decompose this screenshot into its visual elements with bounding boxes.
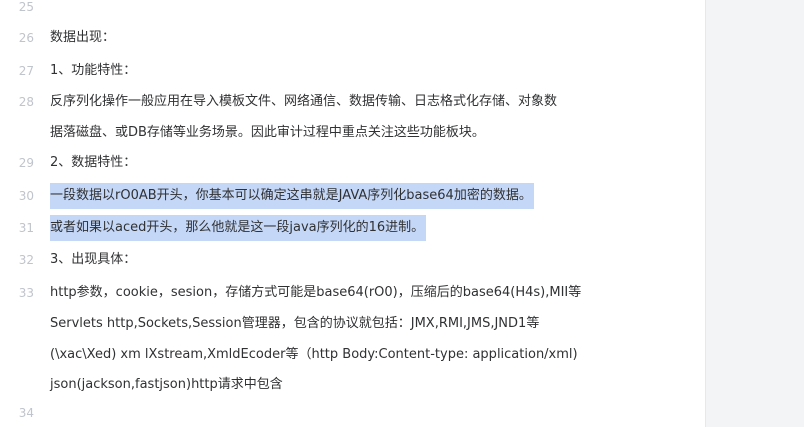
line-number: 27 — [18, 64, 34, 78]
line-text[interactable]: 2、数据特性： — [50, 149, 136, 177]
line-text[interactable]: 据落磁盘、或DB存储等业务场景。因此审计过程中重点关注这些功能板块。 — [50, 119, 485, 147]
line-text[interactable]: 3、出现具体： — [50, 246, 136, 274]
markdown-editor[interactable]: 25 26 数据出现： 27 1、功能特性： 28 反序列化操作一般应用在导入模… — [0, 0, 706, 427]
line-text[interactable]: 数据出现： — [50, 24, 115, 52]
editor-line: 33 http参数，cookie，sesion，存储方式可能是base64(rO… — [0, 279, 705, 307]
editor-line: 26 数据出现： — [0, 24, 705, 52]
line-text[interactable]: (\xac\Xed) xm lXstream,XmldEcoder等（http … — [50, 341, 578, 369]
line-text[interactable]: 或者如果以aced开头，那么他就是这一段java序列化的16进制。 — [50, 214, 427, 242]
line-text[interactable]: Servlets http,Sockets,Session管理器，包含的协议就包… — [50, 310, 539, 338]
line-number: 34 — [18, 406, 34, 420]
editor-line: 30 一段数据以rO0AB开头，你基本可以确定这串就是JAVA序列化base64… — [0, 182, 705, 210]
line-number: 29 — [18, 156, 34, 170]
editor-line: json(jackson,fastjson)http请求中包含 — [0, 371, 705, 399]
line-text[interactable]: 反序列化操作一般应用在导入模板文件、网络通信、数据传输、日志格式化存储、对象数 — [50, 88, 557, 116]
editor-line: 据落磁盘、或DB存储等业务场景。因此审计过程中重点关注这些功能板块。 — [0, 119, 705, 147]
selection-highlight[interactable]: 或者如果以aced开头，那么他就是这一段java序列化的16进制。 — [50, 215, 427, 241]
selection-highlight[interactable]: 一段数据以rO0AB开头，你基本可以确定这串就是JAVA序列化base64加密的… — [50, 183, 534, 209]
line-text[interactable]: 1、功能特性： — [50, 57, 136, 85]
editor-line: 31 或者如果以aced开头，那么他就是这一段java序列化的16进制。 — [0, 214, 705, 242]
line-number: 31 — [18, 221, 34, 235]
line-number: 33 — [18, 286, 34, 300]
editor-line: 28 反序列化操作一般应用在导入模板文件、网络通信、数据传输、日志格式化存储、对… — [0, 88, 705, 116]
editor-line: Servlets http,Sockets,Session管理器，包含的协议就包… — [0, 310, 705, 338]
line-number: 25 — [18, 0, 34, 14]
editor-line: (\xac\Xed) xm lXstream,XmldEcoder等（http … — [0, 341, 705, 369]
editor-line: 29 2、数据特性： — [0, 149, 705, 177]
editor-line: 32 3、出现具体： — [0, 246, 705, 274]
line-number: 32 — [18, 253, 34, 267]
line-text[interactable]: json(jackson,fastjson)http请求中包含 — [50, 371, 283, 399]
line-number: 28 — [18, 95, 34, 109]
line-text[interactable]: http参数，cookie，sesion，存储方式可能是base64(rO0)，… — [50, 279, 581, 307]
line-number: 26 — [18, 31, 34, 45]
editor-line: 25 — [0, 0, 705, 21]
line-number: 30 — [18, 189, 34, 203]
editor-line: 34 — [0, 399, 705, 427]
editor-line: 27 1、功能特性： — [0, 57, 705, 85]
line-text[interactable]: 一段数据以rO0AB开头，你基本可以确定这串就是JAVA序列化base64加密的… — [50, 182, 534, 210]
